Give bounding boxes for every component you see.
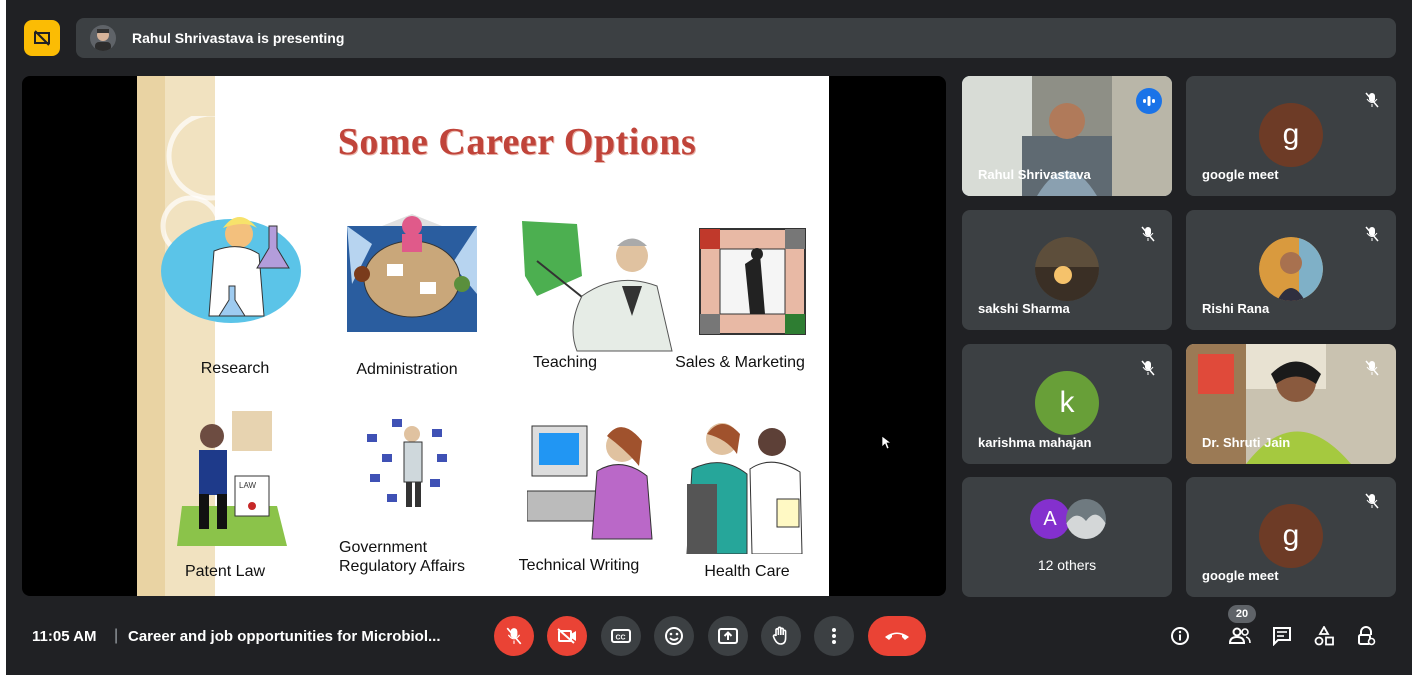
meet-window: Rahul Shrivastava is presenting Some Car…: [6, 0, 1412, 675]
career-label-government-line2: Regulatory Affairs: [339, 558, 465, 575]
career-label-administration: Administration: [356, 361, 458, 378]
participant-avatar: k: [1035, 371, 1099, 435]
meeting-clock: 11:05 AM: [32, 628, 97, 645]
captions-button[interactable]: CC: [601, 616, 641, 656]
participant-name: google meet: [1202, 568, 1279, 583]
present-screen-button[interactable]: [708, 616, 748, 656]
meeting-table-clipart: [347, 214, 477, 332]
career-label-patent-law: Patent Law: [184, 563, 266, 580]
career-label-sales-marketing: Sales & Marketing: [675, 354, 805, 371]
participant-name: Dr. Shruti Jain: [1202, 435, 1291, 450]
people-icon: [1228, 627, 1251, 644]
career-label-technical-writing: Technical Writing: [518, 557, 640, 574]
camera-button[interactable]: [547, 616, 587, 656]
mic-off-icon: [1360, 356, 1384, 380]
hand-icon: [772, 626, 787, 645]
participant-avatar: g: [1259, 103, 1323, 167]
mic-off-icon: [1136, 356, 1160, 380]
participant-tile-others[interactable]: A 12 others: [962, 477, 1172, 597]
speaking-indicator-icon: [1136, 88, 1162, 114]
chat-button[interactable]: [1268, 622, 1296, 650]
participant-tile-rahul[interactable]: Rahul Shrivastava: [962, 76, 1172, 196]
participant-photo: [1259, 237, 1323, 301]
presenter-banner: Rahul Shrivastava is presenting: [76, 18, 1396, 58]
info-icon: [1171, 627, 1189, 645]
career-label-government: Government Regulatory Affairs: [339, 538, 479, 576]
others-photo: [1066, 499, 1106, 539]
meeting-title: Career and job opportunities for Microbi…: [128, 628, 441, 645]
activities-icon: [1314, 626, 1334, 646]
activities-button[interactable]: [1310, 622, 1338, 650]
presentation-stage: Some Career Options Research Administrat…: [22, 76, 946, 596]
others-count-label: 12 others: [1037, 557, 1097, 573]
mic-off-icon: [1360, 489, 1384, 513]
meeting-details-button[interactable]: [1166, 622, 1194, 650]
career-label-teaching: Teaching: [532, 354, 598, 371]
mic-off-icon: [506, 627, 522, 645]
people-button[interactable]: [1226, 622, 1254, 650]
present-screen-icon: [718, 628, 738, 644]
raise-hand-button[interactable]: [761, 616, 801, 656]
participant-tile-karishma[interactable]: k karishma mahajan: [962, 344, 1172, 464]
participant-tile-google-meet-2[interactable]: g google meet: [1186, 477, 1396, 597]
presentation-toggle-button[interactable]: [24, 20, 60, 56]
hang-up-icon: [885, 632, 909, 640]
participant-name: sakshi Sharma: [978, 301, 1070, 316]
slide: Some Career Options Research Administrat…: [137, 76, 829, 596]
sales-chart-clipart: [699, 228, 806, 335]
mic-off-icon: [1136, 222, 1160, 246]
regulatory-clipart: [367, 419, 447, 507]
closed-captions-icon: CC: [611, 629, 631, 643]
camera-off-icon: [557, 628, 576, 644]
participant-tile-sakshi[interactable]: sakshi Sharma: [962, 210, 1172, 330]
svg-text:CC: CC: [616, 635, 626, 642]
presenter-banner-text: Rahul Shrivastava is presenting: [132, 30, 345, 46]
more-options-button[interactable]: [814, 616, 854, 656]
participant-name: Rahul Shrivastava: [978, 167, 1091, 182]
mouse-cursor-icon: [882, 436, 892, 450]
teacher-clipart: [522, 221, 673, 352]
participant-tile-shruti[interactable]: Dr. Shruti Jain: [1186, 344, 1396, 464]
participant-name: Rishi Rana: [1202, 301, 1270, 316]
participant-tile-google-meet-1[interactable]: g google meet: [1186, 76, 1396, 196]
mic-off-icon: [1360, 222, 1384, 246]
chat-icon: [1273, 627, 1291, 646]
slide-title: Some Career Options: [337, 121, 697, 163]
others-avatar: A: [1030, 499, 1070, 539]
stop-presenting-icon: [34, 30, 50, 46]
lawyer-clipart: LAW: [177, 411, 287, 546]
participant-avatar: g: [1259, 504, 1323, 568]
participant-photo: [1035, 237, 1099, 301]
scientist-clipart: [161, 217, 301, 323]
emoji-icon: [665, 627, 683, 645]
career-label-health-care: Health Care: [704, 563, 790, 580]
svg-text:LAW: LAW: [239, 481, 256, 490]
leave-call-button[interactable]: [868, 616, 926, 656]
clock-separator: |: [114, 627, 119, 644]
career-label-research: Research: [200, 360, 270, 377]
participant-count-badge: 20: [1228, 605, 1256, 623]
mic-off-icon: [1360, 88, 1384, 112]
reactions-button[interactable]: [654, 616, 694, 656]
participant-name: google meet: [1202, 167, 1279, 182]
presenter-avatar: [90, 25, 116, 51]
computer-writer-clipart: [527, 425, 653, 540]
microphone-button[interactable]: [494, 616, 534, 656]
doctors-clipart: [686, 423, 803, 554]
participant-tile-rishi[interactable]: Rishi Rana: [1186, 210, 1396, 330]
lock-person-icon: [1358, 626, 1376, 646]
more-vert-icon: [832, 628, 836, 644]
career-label-government-line1: Government: [339, 539, 428, 556]
host-controls-button[interactable]: [1352, 622, 1380, 650]
participant-name: karishma mahajan: [978, 435, 1092, 450]
